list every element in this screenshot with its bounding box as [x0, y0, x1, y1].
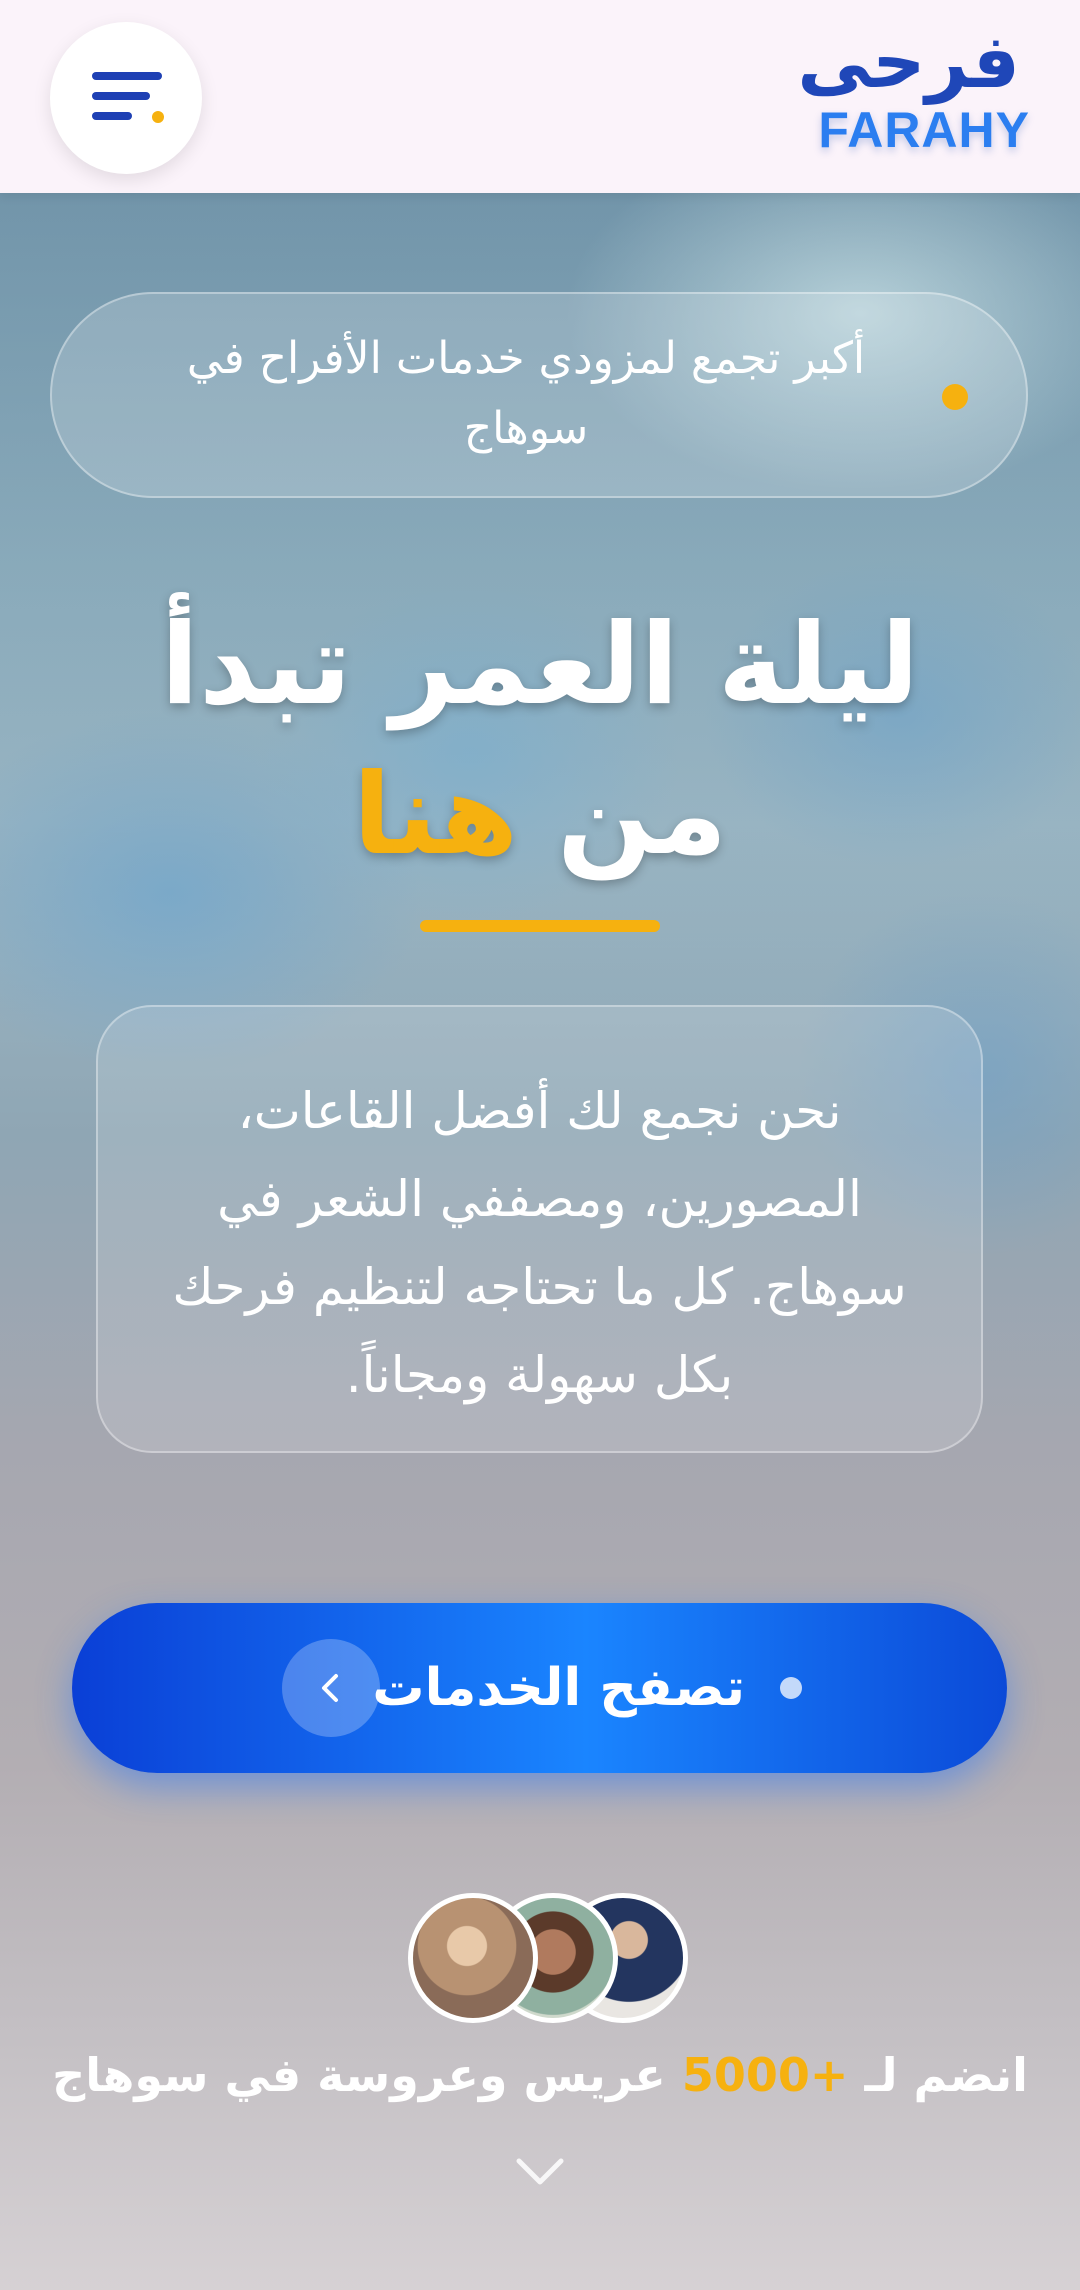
description-card: نحن نجمع لك أفضل القاعات، المصورين، ومصف… [96, 1005, 983, 1453]
menu-button[interactable] [50, 22, 202, 174]
menu-icon-bar [92, 92, 150, 100]
status-dot-icon [942, 384, 968, 410]
app-header: فرحى FARAHY [0, 0, 1080, 193]
browse-services-label: تصفح الخدمات [372, 1658, 745, 1718]
menu-icon [92, 72, 162, 80]
scroll-down-chevron-icon[interactable] [513, 2155, 567, 2193]
headline-line1: ليلة العمر تبدأ [160, 600, 920, 730]
brand-logo[interactable]: فرحى FARAHY [797, 22, 1030, 158]
button-dot-icon [780, 1677, 802, 1699]
logo-english: FARAHY [818, 102, 1030, 158]
social-proof-prefix: انضم لـ [864, 2048, 1028, 2102]
social-proof-count: +5000 [681, 2048, 849, 2102]
menu-icon-dot [152, 111, 164, 123]
avatar [408, 1893, 538, 2023]
tagline-pill: أكبر تجمع لمزودي خدمات الأفراح في سوهاج [50, 292, 1028, 498]
headline-underline [420, 920, 660, 932]
headline-line2-accent: هنا [352, 750, 519, 880]
description-text: نحن نجمع لك أفضل القاعات، المصورين، ومصف… [172, 1082, 907, 1404]
tagline-text: أكبر تجمع لمزودي خدمات الأفراح في سوهاج [186, 333, 866, 454]
headline-line2-main: من [557, 750, 728, 880]
social-proof-suffix: عريس وعروسة في سوهاج [52, 2048, 666, 2102]
logo-arabic: فرحى [797, 19, 1020, 105]
menu-icon-bar [92, 112, 132, 120]
chevron-left-icon [282, 1639, 380, 1737]
avatar-group [408, 1893, 688, 2023]
social-proof-text: انضم لـ +5000 عريس وعروسة في سوهاج [0, 2040, 1080, 2110]
hero-headline: ليلة العمر تبدأ من هنا [0, 590, 1080, 890]
browse-services-button[interactable]: تصفح الخدمات [72, 1603, 1007, 1773]
